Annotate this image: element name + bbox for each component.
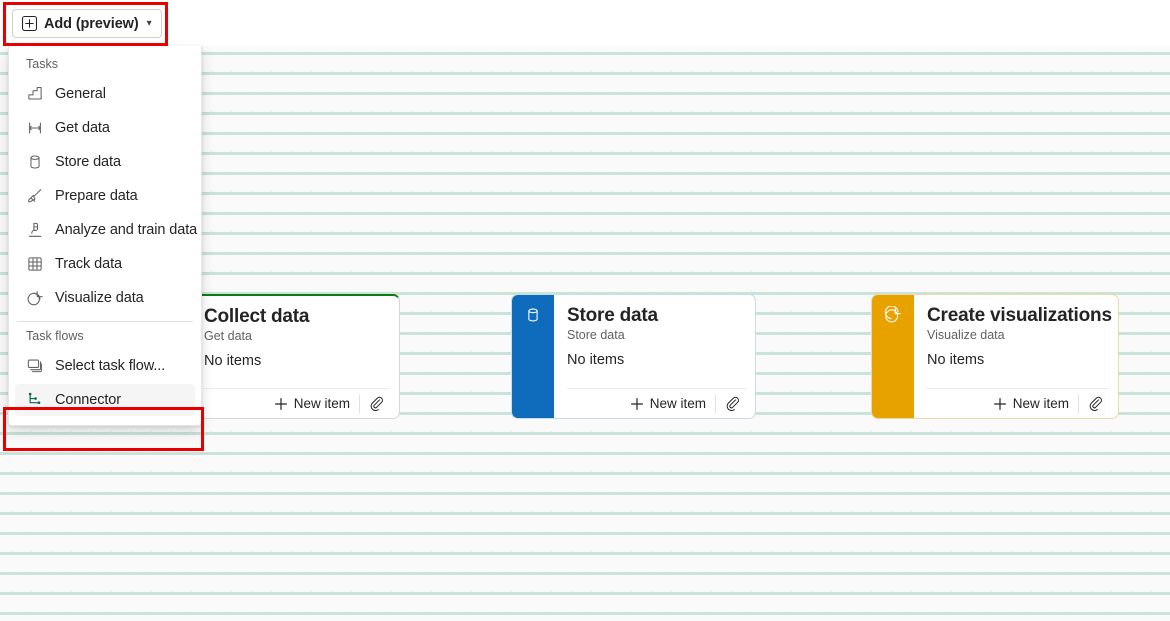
- menu-item-label: Store data: [55, 154, 121, 170]
- attach-button[interactable]: [1079, 396, 1109, 411]
- card-footer: New item: [204, 388, 390, 418]
- card-accent-bar: [872, 295, 914, 418]
- card-body: Collect data Get data No items New item: [191, 296, 399, 418]
- plus-icon: [630, 397, 643, 410]
- menu-item-get-data[interactable]: Get data: [15, 112, 195, 144]
- menu-item-visualize-data[interactable]: Visualize data: [15, 282, 195, 314]
- card-body: Store data Store data No items New item: [554, 295, 755, 418]
- connector-icon: [28, 392, 41, 405]
- menu-divider: [17, 321, 193, 322]
- new-item-button[interactable]: New item: [626, 391, 715, 417]
- card-subtitle: Store data: [567, 328, 625, 342]
- card-title: Store data: [567, 305, 658, 326]
- paperclip-icon: [370, 396, 383, 411]
- menu-item-analyze-and-train-data[interactable]: Analyze and train data: [15, 214, 198, 246]
- task-flow-icon: [27, 359, 42, 373]
- new-item-label: New item: [1012, 396, 1069, 411]
- card-create-visualizations[interactable]: Create visualizations Visualize data No …: [871, 294, 1119, 419]
- paperclip-icon: [726, 396, 739, 411]
- add-preview-label: Add (preview): [44, 15, 139, 32]
- menu-item-select-task-flow[interactable]: Select task flow...: [15, 350, 195, 382]
- menu-item-store-data[interactable]: Store data: [15, 146, 195, 178]
- card-items-status: No items: [204, 353, 262, 369]
- card-body: Create visualizations Visualize data No …: [914, 295, 1118, 418]
- get-data-icon: [29, 122, 41, 134]
- plus-icon: [993, 397, 1006, 410]
- stairs-icon: [28, 87, 42, 100]
- attach-button[interactable]: [716, 396, 746, 411]
- new-item-label: New item: [293, 396, 350, 411]
- card-subtitle: Get data: [204, 329, 252, 343]
- card-store-data[interactable]: Store data Store data No items New item: [511, 294, 756, 419]
- menu-section-header-tasks: Tasks: [26, 57, 58, 71]
- chevron-down-icon: ▾: [146, 17, 152, 29]
- card-subtitle: Visualize data: [927, 328, 1005, 342]
- card-footer: New item: [567, 388, 746, 418]
- menu-item-label: Prepare data: [55, 188, 138, 204]
- menu-section-header-task-flows: Task flows: [26, 329, 84, 343]
- broom-icon: [28, 189, 42, 203]
- card-footer: New item: [927, 388, 1109, 418]
- card-accent-bar: [512, 295, 554, 418]
- paperclip-icon: [1089, 396, 1102, 411]
- menu-item-label: Select task flow...: [55, 358, 166, 374]
- toolbar: [0, 0, 1170, 46]
- menu-item-track-data[interactable]: Track data: [15, 248, 195, 280]
- attach-button[interactable]: [360, 396, 390, 411]
- plus-icon: [274, 397, 287, 410]
- card-title: Create visualizations: [927, 305, 1112, 326]
- database-icon: [528, 308, 538, 322]
- pie-chart-icon: [27, 291, 43, 306]
- menu-item-label: Analyze and train data: [55, 222, 198, 238]
- menu-item-connector[interactable]: Connector: [15, 384, 195, 416]
- card-title: Collect data: [204, 306, 310, 327]
- card-items-status: No items: [927, 352, 985, 368]
- new-item-button[interactable]: New item: [989, 391, 1078, 417]
- menu-item-label: Visualize data: [55, 290, 144, 306]
- add-dropdown-menu[interactable]: Tasks General Get data Store data Prepar…: [8, 46, 202, 426]
- database-icon: [30, 155, 40, 169]
- new-item-label: New item: [649, 396, 706, 411]
- pie-chart-icon: [884, 306, 901, 323]
- menu-item-prepare-data[interactable]: Prepare data: [15, 180, 195, 212]
- add-preview-button[interactable]: Add (preview) ▾: [12, 9, 162, 38]
- microscope-icon: [28, 222, 42, 237]
- new-item-button[interactable]: New item: [270, 391, 359, 417]
- grid-table-icon: [28, 257, 42, 271]
- menu-item-label: Track data: [55, 256, 122, 272]
- plus-square-icon: [21, 15, 38, 32]
- menu-item-label: Get data: [55, 120, 110, 136]
- menu-item-general[interactable]: General: [15, 78, 195, 110]
- menu-item-label: General: [55, 86, 106, 102]
- card-items-status: No items: [567, 352, 625, 368]
- menu-item-label: Connector: [55, 392, 121, 408]
